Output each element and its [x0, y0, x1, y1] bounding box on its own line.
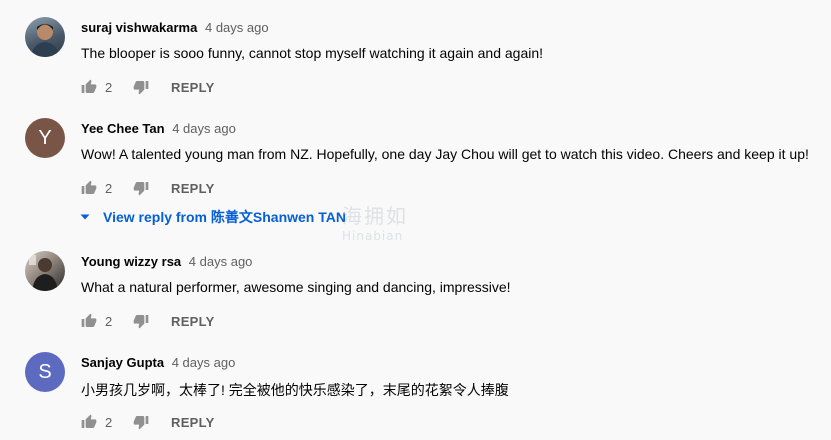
avatar[interactable]: [25, 17, 65, 57]
dislike-button[interactable]: [133, 414, 149, 430]
dislike-button[interactable]: [133, 180, 149, 196]
caret-down-icon: [79, 211, 91, 223]
author-name[interactable]: suraj vishwakarma: [81, 20, 197, 35]
comment-text: What a natural performer, awesome singin…: [81, 279, 511, 295]
like-count: 2: [105, 414, 113, 430]
author-name[interactable]: Sanjay Gupta: [81, 355, 164, 370]
author-line: Yee Chee Tan 4 days ago: [81, 121, 236, 136]
like-button[interactable]: [81, 180, 97, 196]
avatar-photo: [31, 24, 59, 57]
comment-timestamp[interactable]: 4 days ago: [189, 254, 253, 269]
comment-timestamp[interactable]: 4 days ago: [172, 121, 236, 136]
like-count: 2: [105, 79, 113, 95]
comment-actions: 2 REPLY: [81, 311, 215, 331]
thumbs-down-icon: [133, 416, 149, 430]
comment-timestamp[interactable]: 4 days ago: [172, 355, 236, 370]
comment-text: Wow! A talented young man from NZ. Hopef…: [81, 146, 809, 162]
author-name[interactable]: Young wizzy rsa: [81, 254, 181, 269]
author-line: Young wizzy rsa 4 days ago: [81, 254, 252, 269]
avatar[interactable]: [25, 251, 65, 291]
watermark-text: 海拥如: [342, 204, 408, 228]
comment-actions: 2 REPLY: [81, 178, 215, 198]
avatar-photo: [29, 255, 58, 291]
thumbs-up-icon: [81, 313, 97, 327]
dislike-button[interactable]: [133, 313, 149, 329]
reply-button[interactable]: REPLY: [171, 314, 215, 329]
like-button[interactable]: [81, 414, 97, 430]
view-replies-button[interactable]: View reply from 陈善文Shanwen TAN: [79, 207, 346, 227]
author-line: suraj vishwakarma 4 days ago: [81, 20, 269, 35]
watermark-subtext: Hinabian: [342, 229, 404, 243]
thumbs-down-icon: [133, 182, 149, 196]
watermark: 海拥如 Hinabian: [342, 200, 408, 243]
comment-timestamp[interactable]: 4 days ago: [205, 20, 269, 35]
like-button[interactable]: [81, 79, 97, 95]
thumbs-up-icon: [81, 180, 97, 194]
thumbs-up-icon: [81, 79, 97, 93]
author-name[interactable]: Yee Chee Tan: [81, 121, 165, 136]
thumbs-down-icon: [133, 81, 149, 95]
author-line: Sanjay Gupta 4 days ago: [81, 355, 235, 370]
like-button[interactable]: [81, 313, 97, 329]
avatar-letter: S: [38, 360, 52, 383]
view-replies-label: View reply from 陈善文Shanwen TAN: [103, 209, 346, 225]
dislike-button[interactable]: [133, 79, 149, 95]
reply-button[interactable]: REPLY: [171, 415, 215, 430]
comment-actions: 2 REPLY: [81, 412, 215, 432]
avatar[interactable]: S: [25, 352, 65, 392]
thumbs-up-icon: [81, 414, 97, 428]
like-count: 2: [105, 313, 113, 329]
comment-actions: 2 REPLY: [81, 77, 215, 97]
thumbs-down-icon: [133, 315, 149, 329]
avatar[interactable]: Y: [25, 118, 65, 158]
comment-text: The blooper is sooo funny, cannot stop m…: [81, 45, 544, 61]
reply-button[interactable]: REPLY: [171, 80, 215, 95]
comment-text: 小男孩几岁啊，太棒了! 完全被他的快乐感染了，末尾的花絮令人捧腹: [81, 382, 509, 398]
avatar-letter: Y: [38, 126, 52, 149]
reply-button[interactable]: REPLY: [171, 181, 215, 196]
like-count: 2: [105, 180, 113, 196]
